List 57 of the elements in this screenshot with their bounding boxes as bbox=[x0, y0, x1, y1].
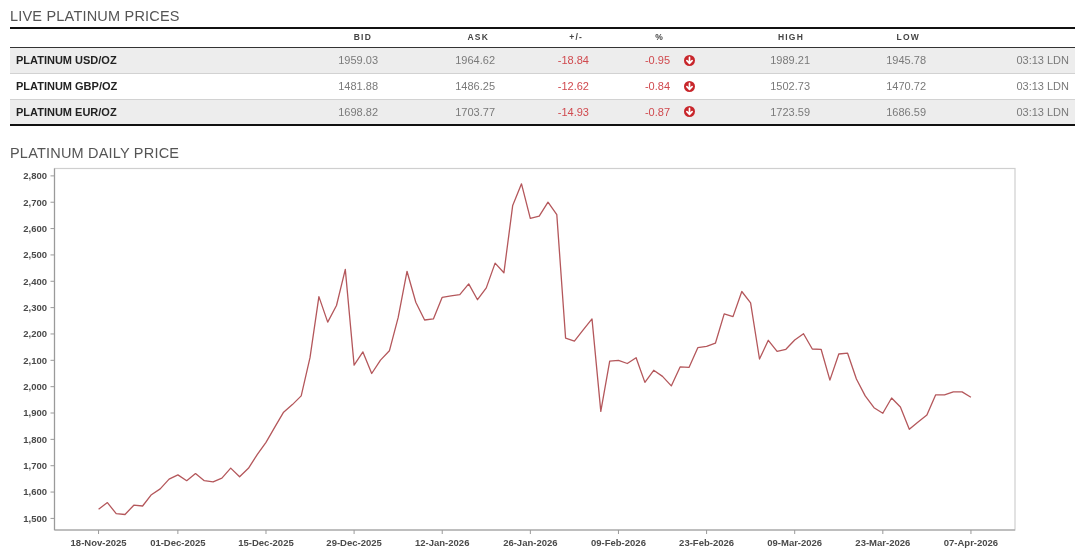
section-title: PLATINUM DAILY PRICE bbox=[10, 146, 180, 161]
x-axis-label: 23-Feb-2026 bbox=[679, 537, 735, 548]
price-change: -18.84 bbox=[495, 47, 589, 73]
ask-price: 1486.25 bbox=[378, 73, 495, 99]
y-axis-label: 2,600 bbox=[23, 222, 47, 234]
section-title: LIVE PLATINUM PRICES bbox=[10, 9, 180, 24]
y-axis-label: 1,900 bbox=[23, 407, 47, 419]
update-time: 03:13 LDN bbox=[926, 73, 1075, 99]
y-axis-label: 1,600 bbox=[23, 486, 47, 498]
x-axis-label: 26-Jan-2026 bbox=[503, 537, 558, 548]
column-header: LOW bbox=[810, 28, 926, 47]
column-header: HIGH bbox=[710, 28, 810, 47]
instrument-name: PLATINUM EUR/OZ bbox=[10, 99, 300, 125]
price-change: -12.62 bbox=[495, 73, 589, 99]
column-header: +/- bbox=[495, 28, 589, 47]
percent-change: -0.84 bbox=[589, 73, 670, 99]
high-price: 1989.21 bbox=[710, 47, 810, 73]
x-axis-label: 15-Dec-2025 bbox=[238, 537, 294, 548]
bid-price: 1959.03 bbox=[300, 47, 378, 73]
bid-price: 1698.82 bbox=[300, 99, 378, 125]
price-change: -14.93 bbox=[495, 99, 589, 125]
update-time: 03:13 LDN bbox=[926, 47, 1075, 73]
y-axis-label: 2,700 bbox=[23, 196, 47, 208]
x-axis-label: 09-Mar-2026 bbox=[767, 537, 823, 548]
low-price: 1686.59 bbox=[810, 99, 926, 125]
x-axis-label: 23-Mar-2026 bbox=[855, 537, 911, 548]
y-axis-label: 2,400 bbox=[23, 275, 47, 287]
x-axis-label: 07-Apr-2026 bbox=[943, 537, 999, 548]
bid-price: 1481.88 bbox=[300, 73, 378, 99]
high-price: 1502.73 bbox=[710, 73, 810, 99]
x-axis-label: 01-Dec-2025 bbox=[150, 537, 206, 548]
y-axis-label: 2,100 bbox=[23, 354, 47, 366]
y-axis-label: 2,000 bbox=[23, 381, 47, 393]
high-price: 1723.59 bbox=[710, 99, 810, 125]
y-axis-label: 1,800 bbox=[23, 433, 47, 445]
y-axis-label: 2,800 bbox=[23, 170, 47, 182]
column-header: BID bbox=[300, 28, 378, 47]
x-axis-label: 09-Feb-2026 bbox=[591, 537, 646, 548]
update-time: 03:13 LDN bbox=[926, 99, 1075, 125]
percent-change: -0.87 bbox=[589, 99, 670, 125]
column-header: ASK bbox=[378, 28, 495, 47]
column-header: % bbox=[589, 28, 670, 47]
ask-price: 1703.77 bbox=[378, 99, 495, 125]
instrument-name: PLATINUM USD/OZ bbox=[10, 47, 300, 73]
y-axis-label: 2,300 bbox=[23, 302, 47, 313]
low-price: 1945.78 bbox=[810, 47, 926, 73]
ask-price: 1964.62 bbox=[378, 47, 495, 73]
y-axis-label: 1,700 bbox=[23, 460, 47, 472]
y-axis-label: 1,500 bbox=[23, 512, 47, 524]
y-axis-label: 2,500 bbox=[23, 249, 47, 261]
low-price: 1470.72 bbox=[810, 73, 926, 99]
x-axis-label: 12-Jan-2026 bbox=[415, 537, 470, 548]
y-axis-label: 2,200 bbox=[23, 328, 47, 340]
x-axis-label: 29-Dec-2025 bbox=[326, 537, 382, 548]
instrument-name: PLATINUM GBP/OZ bbox=[10, 73, 300, 99]
percent-change: -0.95 bbox=[589, 47, 670, 73]
x-axis-label: 18-Nov-2025 bbox=[70, 537, 127, 548]
